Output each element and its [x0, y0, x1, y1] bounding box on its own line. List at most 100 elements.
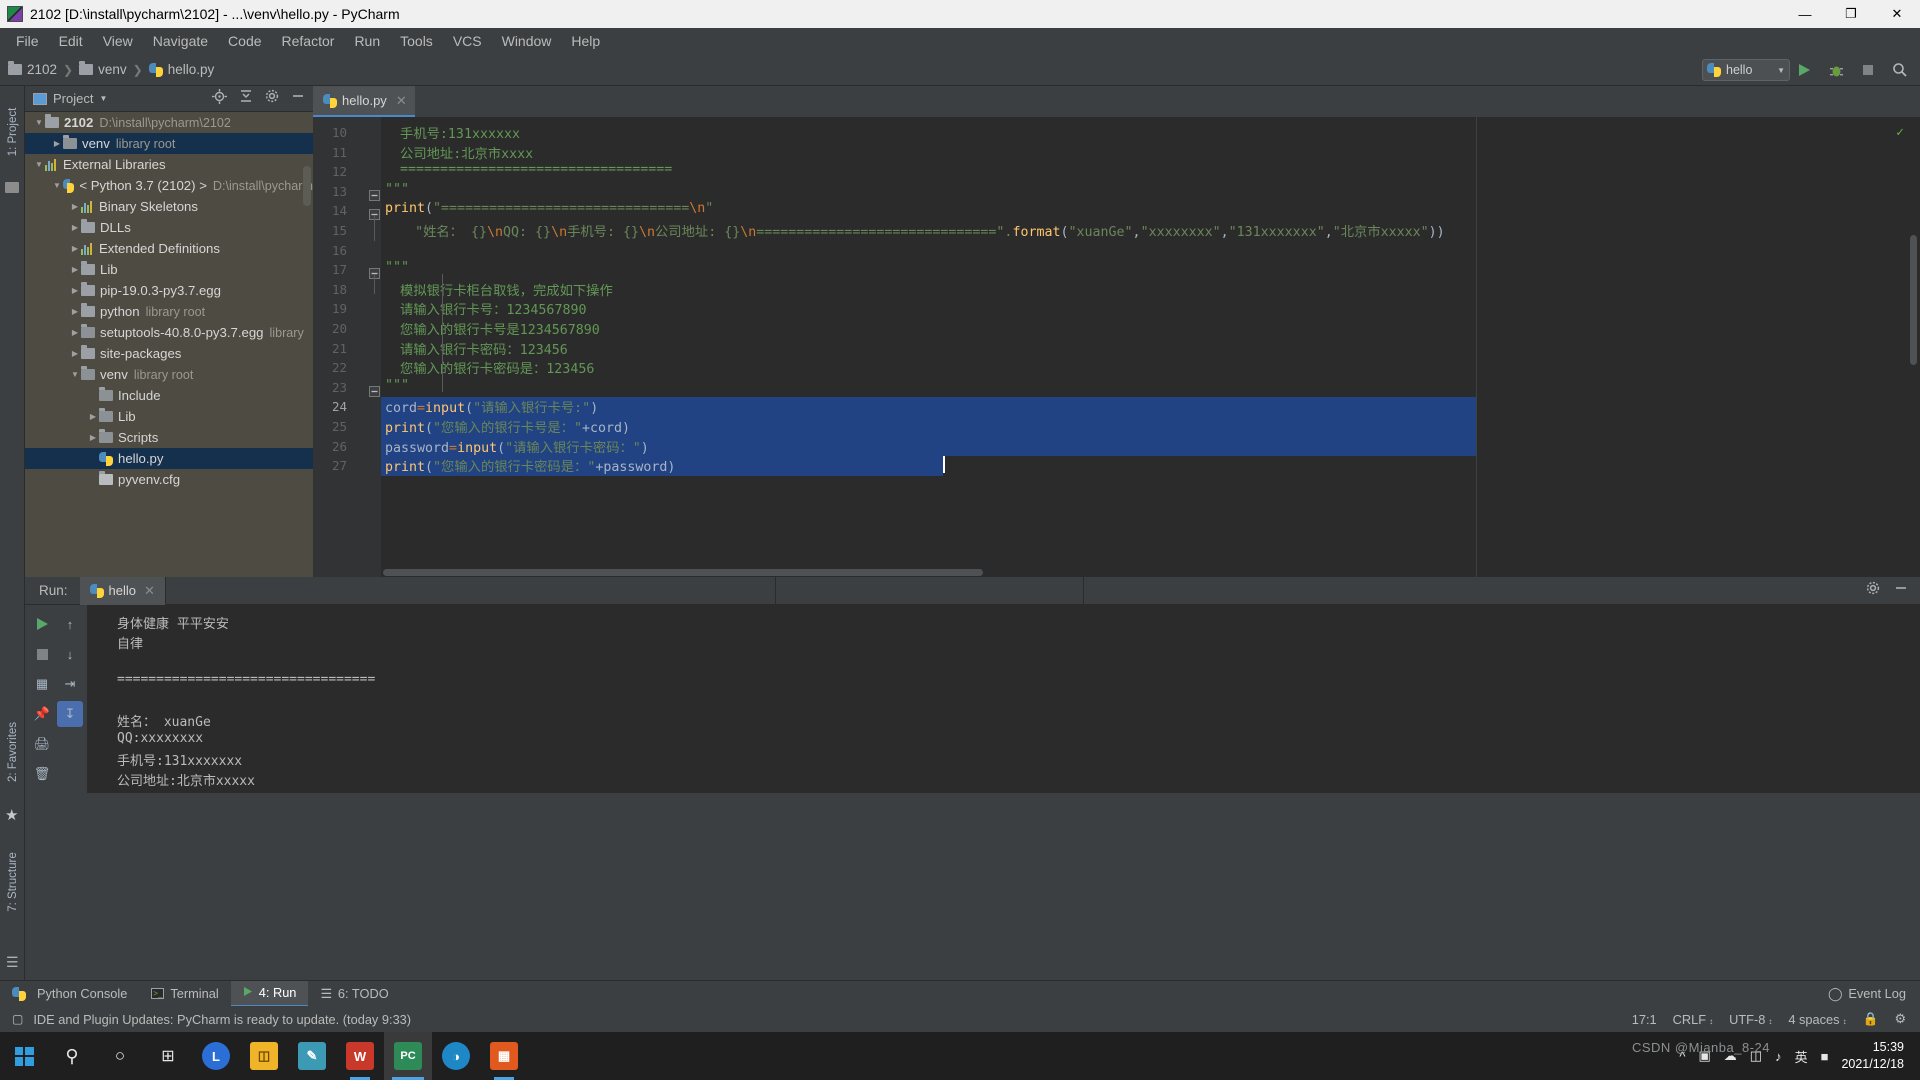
hide-icon[interactable]: [1894, 581, 1908, 600]
chevron-right-icon[interactable]: [69, 328, 81, 337]
fold-end-icon[interactable]: [369, 186, 380, 197]
scroll-to-end-icon[interactable]: ↧: [57, 701, 83, 727]
tree-item-include[interactable]: Include: [25, 385, 313, 406]
search-icon[interactable]: [1888, 58, 1912, 82]
menu-refactor[interactable]: Refactor: [272, 30, 345, 52]
code-line-15[interactable]: "姓名： {}\nQQ: {}\n手机号: {}\n公司地址: {}\n====…: [415, 221, 1445, 240]
breadcrumb-venv[interactable]: venv: [79, 62, 127, 77]
tree-item-scripts[interactable]: Scripts: [25, 427, 313, 448]
code-line-21[interactable]: 请输入银行卡密码：123456: [400, 339, 568, 358]
breadcrumb-hello-py[interactable]: hello.py: [149, 62, 215, 77]
menu-window[interactable]: Window: [492, 30, 562, 52]
trash-icon[interactable]: 🗑: [29, 761, 55, 787]
taskbar-edge-icon[interactable]: ◑: [432, 1032, 480, 1080]
code-line-17[interactable]: """: [385, 260, 409, 275]
code-line-27[interactable]: print("您输入的银行卡密码是："+password): [385, 456, 675, 475]
tray-ime-icon[interactable]: 英: [1795, 1047, 1808, 1066]
tab-todo[interactable]: ☰ 6: TODO: [308, 981, 400, 1007]
run-configuration-selector[interactable]: hello ▼: [1702, 59, 1790, 81]
menu-code[interactable]: Code: [218, 30, 271, 52]
code-line-25[interactable]: print("您输入的银行卡号是："+cord): [385, 417, 630, 436]
tree-item-setuptools-40-8-0-py3-7-egg[interactable]: setuptools-40.8.0-py3.7.egglibrary: [25, 322, 313, 343]
tab-terminal[interactable]: >_ Terminal: [139, 981, 230, 1007]
code-line-13[interactable]: """: [385, 182, 409, 197]
chevron-right-icon[interactable]: [69, 265, 81, 274]
taskbar-wps-icon[interactable]: W: [336, 1032, 384, 1080]
taskbar-app-teal-icon[interactable]: ✎: [288, 1032, 336, 1080]
chevron-right-icon[interactable]: [69, 349, 81, 358]
code-line-14[interactable]: print("===============================\n…: [385, 201, 713, 216]
tree-item-site-packages[interactable]: site-packages: [25, 343, 313, 364]
menu-vcs[interactable]: VCS: [443, 30, 492, 52]
folder-icon[interactable]: [5, 182, 19, 193]
rerun-icon[interactable]: [29, 611, 55, 637]
chevron-down-icon[interactable]: [33, 118, 45, 127]
tray-network-icon[interactable]: ■: [1821, 1049, 1829, 1064]
chevron-right-icon[interactable]: [87, 412, 99, 421]
taskbar-clock[interactable]: 15:39 2021/12/18: [1841, 1039, 1914, 1073]
event-log-button[interactable]: ◯ Event Log: [1828, 986, 1920, 1002]
code-line-19[interactable]: 请输入银行卡号：1234567890: [400, 299, 586, 318]
tree-item-venv[interactable]: venvlibrary root: [25, 133, 313, 154]
tree-item-python-3-7-2102[interactable]: < Python 3.7 (2102) >D:\install\pycharm: [25, 175, 313, 196]
settings-icon[interactable]: [1866, 581, 1880, 600]
run-button[interactable]: [1792, 58, 1816, 82]
editor-vertical-scrollbar[interactable]: [1910, 235, 1917, 365]
code-line-18[interactable]: 模拟银行卡柜台取钱，完成如下操作: [400, 280, 613, 299]
project-tree[interactable]: 2102D:\install\pycharm\2102 venvlibrary …: [25, 112, 313, 577]
wrap-icon[interactable]: ⇥: [57, 671, 83, 697]
pin-icon[interactable]: 📌: [29, 701, 55, 727]
menu-tools[interactable]: Tools: [390, 30, 443, 52]
breadcrumb-2102[interactable]: 2102: [8, 62, 57, 77]
encoding-selector[interactable]: UTF-8↕: [1729, 1012, 1772, 1027]
chevron-right-icon[interactable]: [69, 244, 81, 253]
tree-item-dlls[interactable]: DLLs: [25, 217, 313, 238]
run-tab-hello[interactable]: hello ✕: [80, 577, 165, 605]
hide-icon[interactable]: [291, 89, 305, 108]
inspection-status-icon[interactable]: ✓: [1896, 125, 1904, 140]
chevron-down-icon[interactable]: [51, 181, 63, 190]
indent-selector[interactable]: 4 spaces↕: [1788, 1012, 1846, 1027]
close-button[interactable]: ✕: [1874, 0, 1920, 28]
tab-python-console[interactable]: Python Console: [0, 981, 139, 1007]
chevron-right-icon[interactable]: [69, 223, 81, 232]
run-console-output[interactable]: 身体健康 平平安安自律=============================…: [87, 605, 1920, 793]
code-line-23[interactable]: """: [385, 378, 409, 393]
tree-item-python[interactable]: pythonlibrary root: [25, 301, 313, 322]
tab-run[interactable]: 4: Run: [231, 981, 309, 1007]
caret-position[interactable]: 17:1: [1632, 1012, 1657, 1027]
code-line-20[interactable]: 您输入的银行卡号是1234567890: [400, 319, 600, 338]
stripe-project[interactable]: 1: Project: [7, 97, 19, 167]
star-icon[interactable]: ★: [5, 806, 18, 824]
menu-navigate[interactable]: Navigate: [143, 30, 218, 52]
branch-icon[interactable]: ⚙: [1895, 1011, 1906, 1027]
debug-button[interactable]: [1824, 58, 1848, 82]
editor-gutter[interactable]: 101112131415161718192021222324252627: [313, 117, 381, 577]
stop-button[interactable]: [1856, 58, 1880, 82]
taskbar-app-blue-circle[interactable]: L: [192, 1032, 240, 1080]
fold-end-icon[interactable]: [369, 382, 380, 393]
menu-run[interactable]: Run: [344, 30, 390, 52]
chevron-right-icon[interactable]: [87, 433, 99, 442]
close-icon[interactable]: ✕: [396, 93, 407, 109]
chevron-down-icon[interactable]: ▼: [99, 94, 107, 103]
stop-icon[interactable]: [29, 641, 55, 667]
settings-icon[interactable]: [265, 89, 279, 108]
stripe-favorites[interactable]: 2: Favorites: [7, 717, 19, 787]
code-line-22[interactable]: 您输入的银行卡密码是：123456: [400, 358, 594, 377]
start-button[interactable]: [0, 1032, 48, 1080]
up-arrow-icon[interactable]: ↑: [57, 611, 83, 637]
collapse-all-icon[interactable]: [239, 89, 253, 108]
taskbar-cortana-icon[interactable]: ○: [96, 1032, 144, 1080]
status-message[interactable]: IDE and Plugin Updates: PyCharm is ready…: [33, 1012, 411, 1027]
chevron-down-icon[interactable]: [33, 160, 45, 169]
code-line-26[interactable]: password=input("请输入银行卡密码："): [385, 437, 649, 456]
tree-item-lib[interactable]: Lib: [25, 406, 313, 427]
taskbar-file-explorer-icon[interactable]: ◫: [240, 1032, 288, 1080]
tree-item-venv[interactable]: venvlibrary root: [25, 364, 313, 385]
window-controls[interactable]: — ❐ ✕: [1782, 0, 1920, 28]
tree-item-2102[interactable]: 2102D:\install\pycharm\2102: [25, 112, 313, 133]
menu-file[interactable]: File: [6, 30, 49, 52]
minimize-button[interactable]: —: [1782, 0, 1828, 28]
taskbar-app-orange-icon[interactable]: ▦: [480, 1032, 528, 1080]
